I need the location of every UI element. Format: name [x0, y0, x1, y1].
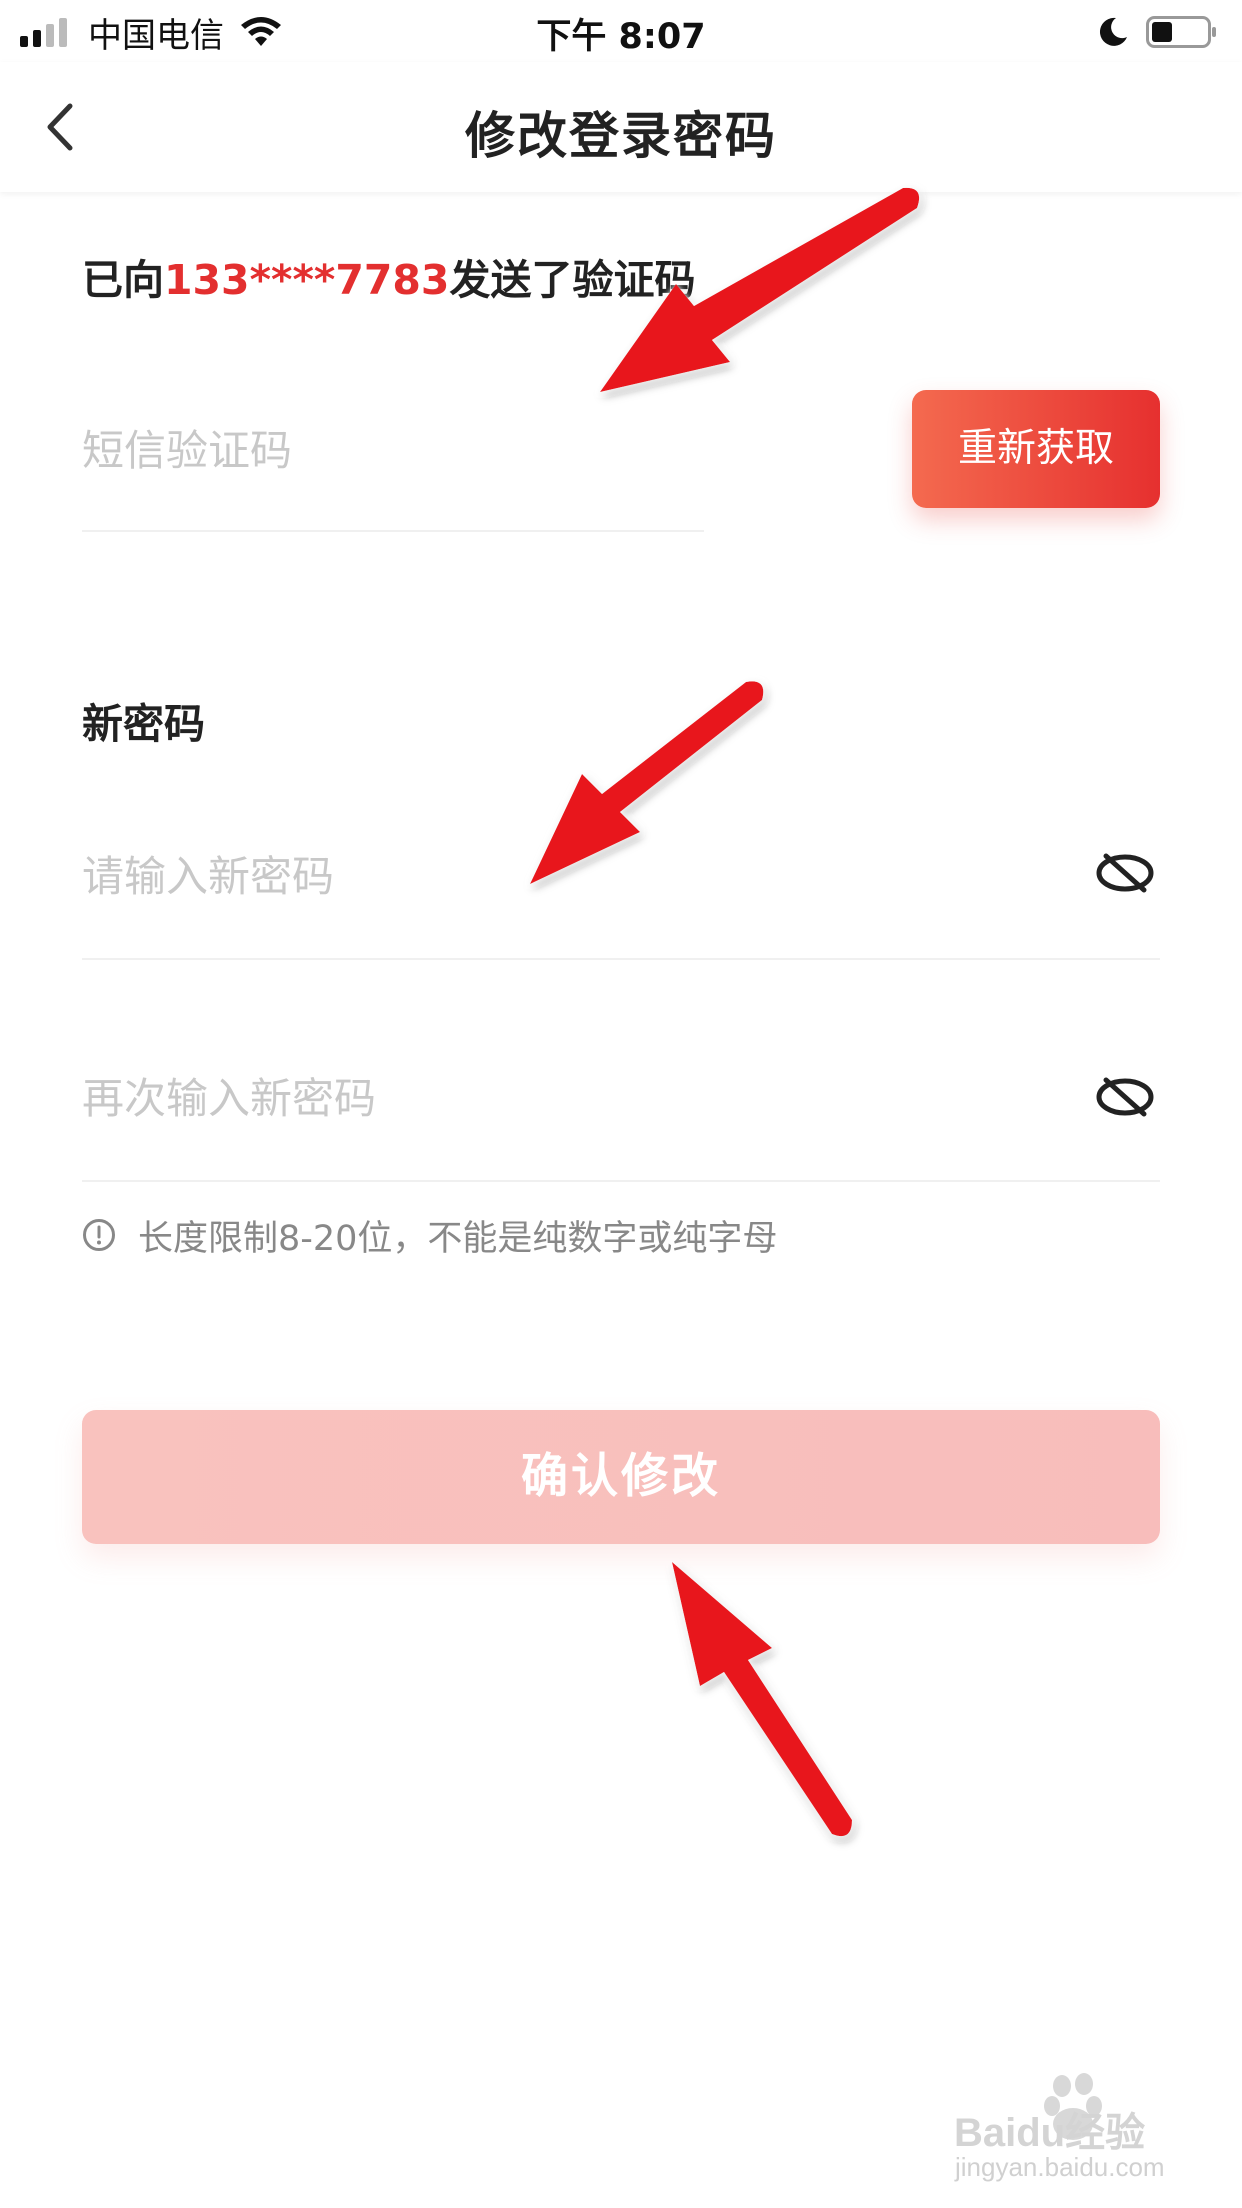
resend-code-button[interactable]: 重新获取: [912, 390, 1160, 508]
sent-prefix: 已向: [82, 256, 164, 304]
new-password-label: 新密码: [82, 700, 205, 748]
status-time: 下午 8:07: [536, 17, 706, 57]
sms-input-underline: [82, 530, 704, 532]
new-password-input[interactable]: [82, 836, 982, 916]
status-bar: 中国电信 下午 8:07: [0, 0, 1242, 62]
moon-icon: [1099, 17, 1127, 46]
arrow-to-confirm-button: [672, 1562, 852, 1837]
sent-suffix: 发送了验证码: [449, 256, 696, 304]
watermark-url: jingyan.baidu.com: [955, 2152, 1165, 2182]
password-rule-hint: 长度限制8-20位，不能是纯数字或纯字母: [82, 1210, 777, 1260]
new-password-underline: [82, 958, 1160, 960]
navigation-bar: 修改登录密码: [0, 62, 1242, 192]
hide-confirm-password-eye-icon[interactable]: [1092, 1072, 1158, 1122]
masked-phone-number: 133****7783: [164, 256, 450, 304]
hide-password-eye-icon[interactable]: [1092, 848, 1158, 898]
page-title: 修改登录密码: [465, 107, 777, 165]
status-right: [1096, 12, 1218, 52]
verification-sent-message: 已向133****7783发送了验证码: [82, 246, 695, 306]
change-password-screen: 中国电信 下午 8:07 修改登录密码 已向133****7783发送了验证码 …: [0, 0, 1242, 2208]
info-icon: [83, 1219, 115, 1251]
watermark-brand: Baidu经验: [954, 2111, 1145, 2155]
confirm-change-button[interactable]: 确认修改: [82, 1410, 1160, 1544]
confirm-password-input[interactable]: [82, 1058, 982, 1138]
battery-icon: [1146, 16, 1216, 48]
hint-text: 长度限制8-20位，不能是纯数字或纯字母: [138, 1218, 778, 1259]
confirm-password-underline: [82, 1180, 1160, 1182]
sms-code-input[interactable]: [82, 410, 702, 490]
